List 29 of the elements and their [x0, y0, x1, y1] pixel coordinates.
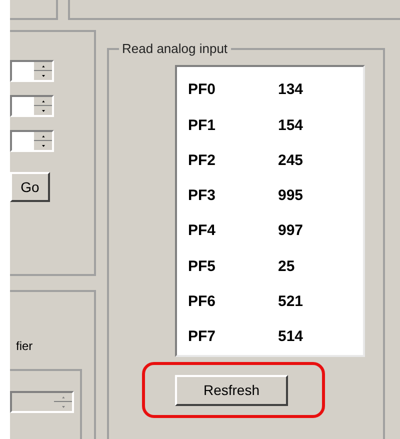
spin-up-icon[interactable]: [34, 62, 52, 71]
pin-name: PF5: [188, 256, 217, 277]
spin-field[interactable]: [10, 60, 54, 82]
spin-down-icon[interactable]: [34, 106, 52, 115]
spin-up-icon[interactable]: [34, 97, 52, 106]
pin-value: 997: [278, 221, 304, 242]
pin-name: PF0: [188, 80, 217, 100]
spin-field[interactable]: [10, 95, 54, 117]
pin-value: 245: [278, 150, 304, 171]
pin-name: PF2: [188, 150, 217, 171]
pin-value: 995: [278, 186, 304, 206]
field-label: fier: [16, 338, 34, 355]
pin-value: 134: [278, 80, 304, 100]
pin-name: PF1: [188, 116, 217, 136]
pin-value: 25: [278, 256, 295, 277]
pin-name: PF4: [188, 221, 217, 242]
pin-value: 521: [278, 292, 304, 312]
pin-value: 514: [278, 327, 304, 348]
pin-name: PF3: [188, 186, 217, 206]
spin-field[interactable]: [10, 130, 54, 152]
spin-down-icon[interactable]: [34, 71, 52, 80]
pin-value: 154: [278, 116, 304, 136]
spin-down-icon[interactable]: [34, 141, 52, 150]
pin-name: PF6: [188, 292, 217, 312]
panel-edge: [10, 0, 58, 20]
go-button[interactable]: Go: [10, 172, 50, 202]
pin-name: PF7: [188, 327, 217, 348]
spin-up-icon[interactable]: [34, 132, 52, 141]
refresh-button[interactable]: Resfresh: [175, 374, 288, 406]
